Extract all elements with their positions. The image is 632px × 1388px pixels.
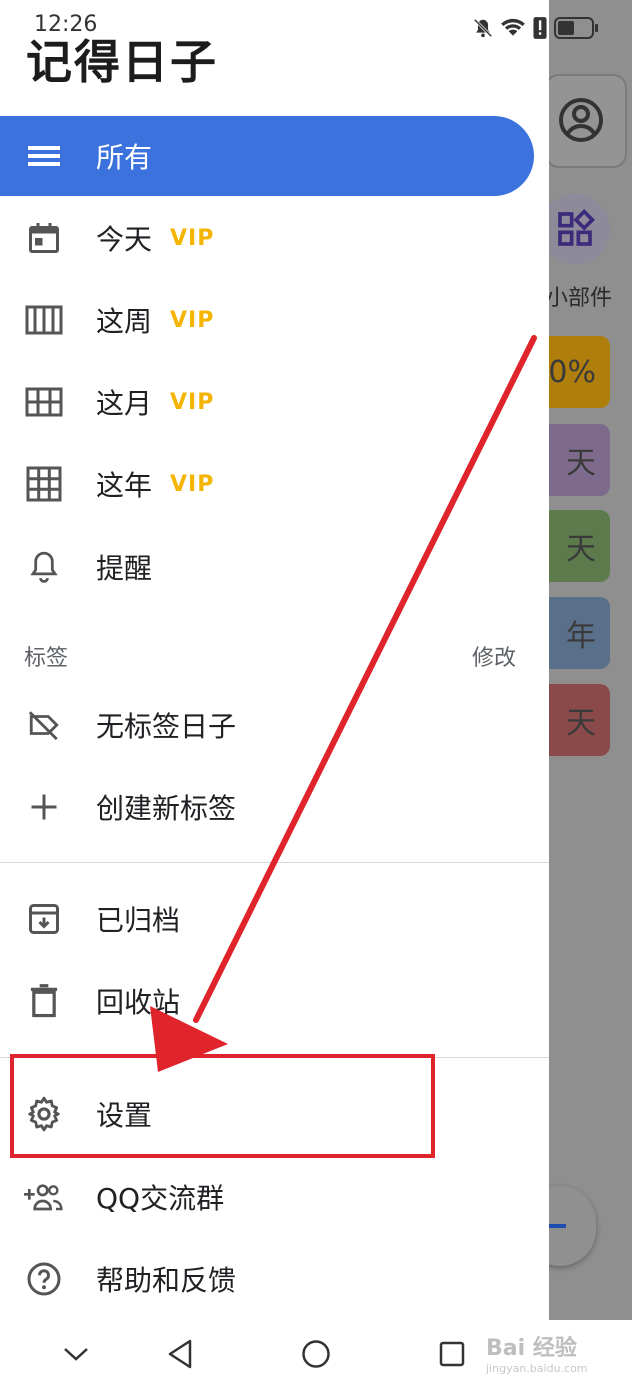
drawer-item-all[interactable]: 所有 [0,116,534,196]
vip-badge: VIP [170,225,215,251]
account-button[interactable] [545,74,627,168]
drawer-item-create-tag[interactable]: 创建新标签 [0,767,549,847]
battery-icon [554,17,598,39]
watermark-sub: jingyan.baidu.com [486,1362,588,1375]
drawer-item-year[interactable]: 这年 VIP [0,444,549,524]
vip-badge: VIP [170,471,215,497]
battery-alert-icon [533,17,547,39]
drawer-item-label: 回收站 [96,986,181,1019]
help-icon [24,1259,64,1299]
widget-button[interactable] [540,194,610,264]
drawer-item-trash[interactable]: 回收站 [0,961,549,1041]
nav-recents-button[interactable] [430,1334,474,1374]
notifications-off-icon [473,18,493,38]
day-card[interactable]: 天 [540,510,610,582]
drawer-item-label: 提醒 [96,552,153,585]
calendar-year-icon [24,464,64,504]
home-circle-icon [302,1340,330,1368]
watermark: Bai 经验 jingyan.baidu.com [486,1330,588,1375]
archive-icon [24,899,64,939]
drawer-item-month[interactable]: 这月 VIP [0,362,549,442]
plus-icon [24,787,64,827]
drawer-item-reminder[interactable]: 提醒 [0,527,549,607]
divider [0,1057,549,1058]
bell-icon [24,547,64,587]
drawer-item-label: 这周 [96,305,153,338]
drawer-item-label: 今天 [96,223,153,256]
navigation-drawer: 12:26 记得日子 所有 今天 VIP 这周 VIP 这月 VIP 这年 VI… [0,0,549,1320]
chevron-down-icon [64,1348,88,1361]
recents-square-icon [439,1341,465,1367]
drawer-item-label: 设置 [96,1099,153,1132]
drawer-item-label: 所有 [96,141,153,174]
drawer-item-label: 这年 [96,469,153,502]
drawer-item-qq-group[interactable]: QQ交流群 [0,1157,549,1237]
drawer-item-label: 帮助和反馈 [96,1264,237,1297]
day-card[interactable]: 天 [540,684,610,756]
tags-header: 标签 [24,646,69,671]
back-triangle-icon [168,1339,192,1369]
drawer-item-today[interactable]: 今天 VIP [0,198,549,278]
day-card[interactable]: 年 [540,597,610,669]
system-nav-bar: Bai 经验 jingyan.baidu.com [0,1320,632,1388]
list-icon [24,136,64,176]
add-icon [548,1224,566,1228]
wifi-icon [501,18,525,36]
drawer-item-label: 无标签日子 [96,710,237,743]
nav-home-button[interactable] [294,1334,338,1374]
nav-collapse-button[interactable] [54,1334,98,1374]
status-icons [472,14,602,42]
vip-badge: VIP [170,389,215,415]
drawer-item-settings[interactable]: 设置 [0,1074,549,1154]
drawer-item-untagged[interactable]: 无标签日子 [0,685,549,765]
trash-icon [24,981,64,1021]
account-circle-icon [559,98,603,142]
drawer-item-label: 已归档 [96,904,181,937]
drawer-item-label: QQ交流群 [96,1182,225,1215]
widgets-icon [558,209,595,246]
calendar-week-icon [24,300,64,340]
calendar-month-icon [24,382,64,422]
group-add-icon [24,1177,64,1217]
drawer-item-archived[interactable]: 已归档 [0,879,549,959]
app-title: 记得日子 [26,35,218,89]
widget-label: 小部件 [546,286,613,311]
edit-tags-button[interactable]: 修改 [472,640,516,672]
drawer-item-help[interactable]: 帮助和反馈 [0,1239,549,1319]
vip-badge: VIP [170,307,215,333]
calendar-day-icon [24,218,64,258]
drawer-item-week[interactable]: 这周 VIP [0,280,549,360]
nav-back-button[interactable] [158,1334,202,1374]
watermark-text: Bai 经验 [486,1336,577,1361]
divider [0,862,549,863]
drawer-item-label: 创建新标签 [96,792,237,825]
day-card[interactable]: 天 [540,424,610,496]
gear-icon [24,1094,64,1134]
label-off-icon [24,705,64,745]
day-card[interactable]: 0% [540,336,610,408]
drawer-item-label: 这月 [96,387,153,420]
